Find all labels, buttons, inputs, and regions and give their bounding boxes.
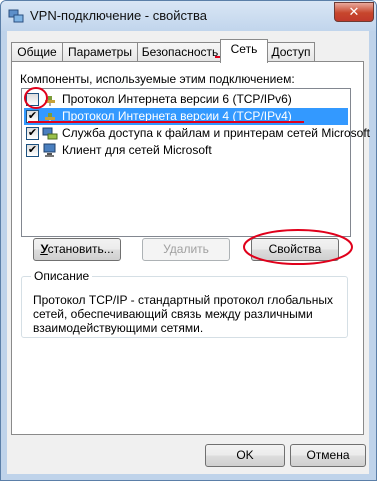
annotation-circle-checkbox xyxy=(24,87,48,109)
tab-network[interactable]: Сеть xyxy=(220,39,268,63)
annotation-overlay xyxy=(24,56,353,265)
annotation-circle-properties xyxy=(243,229,353,265)
